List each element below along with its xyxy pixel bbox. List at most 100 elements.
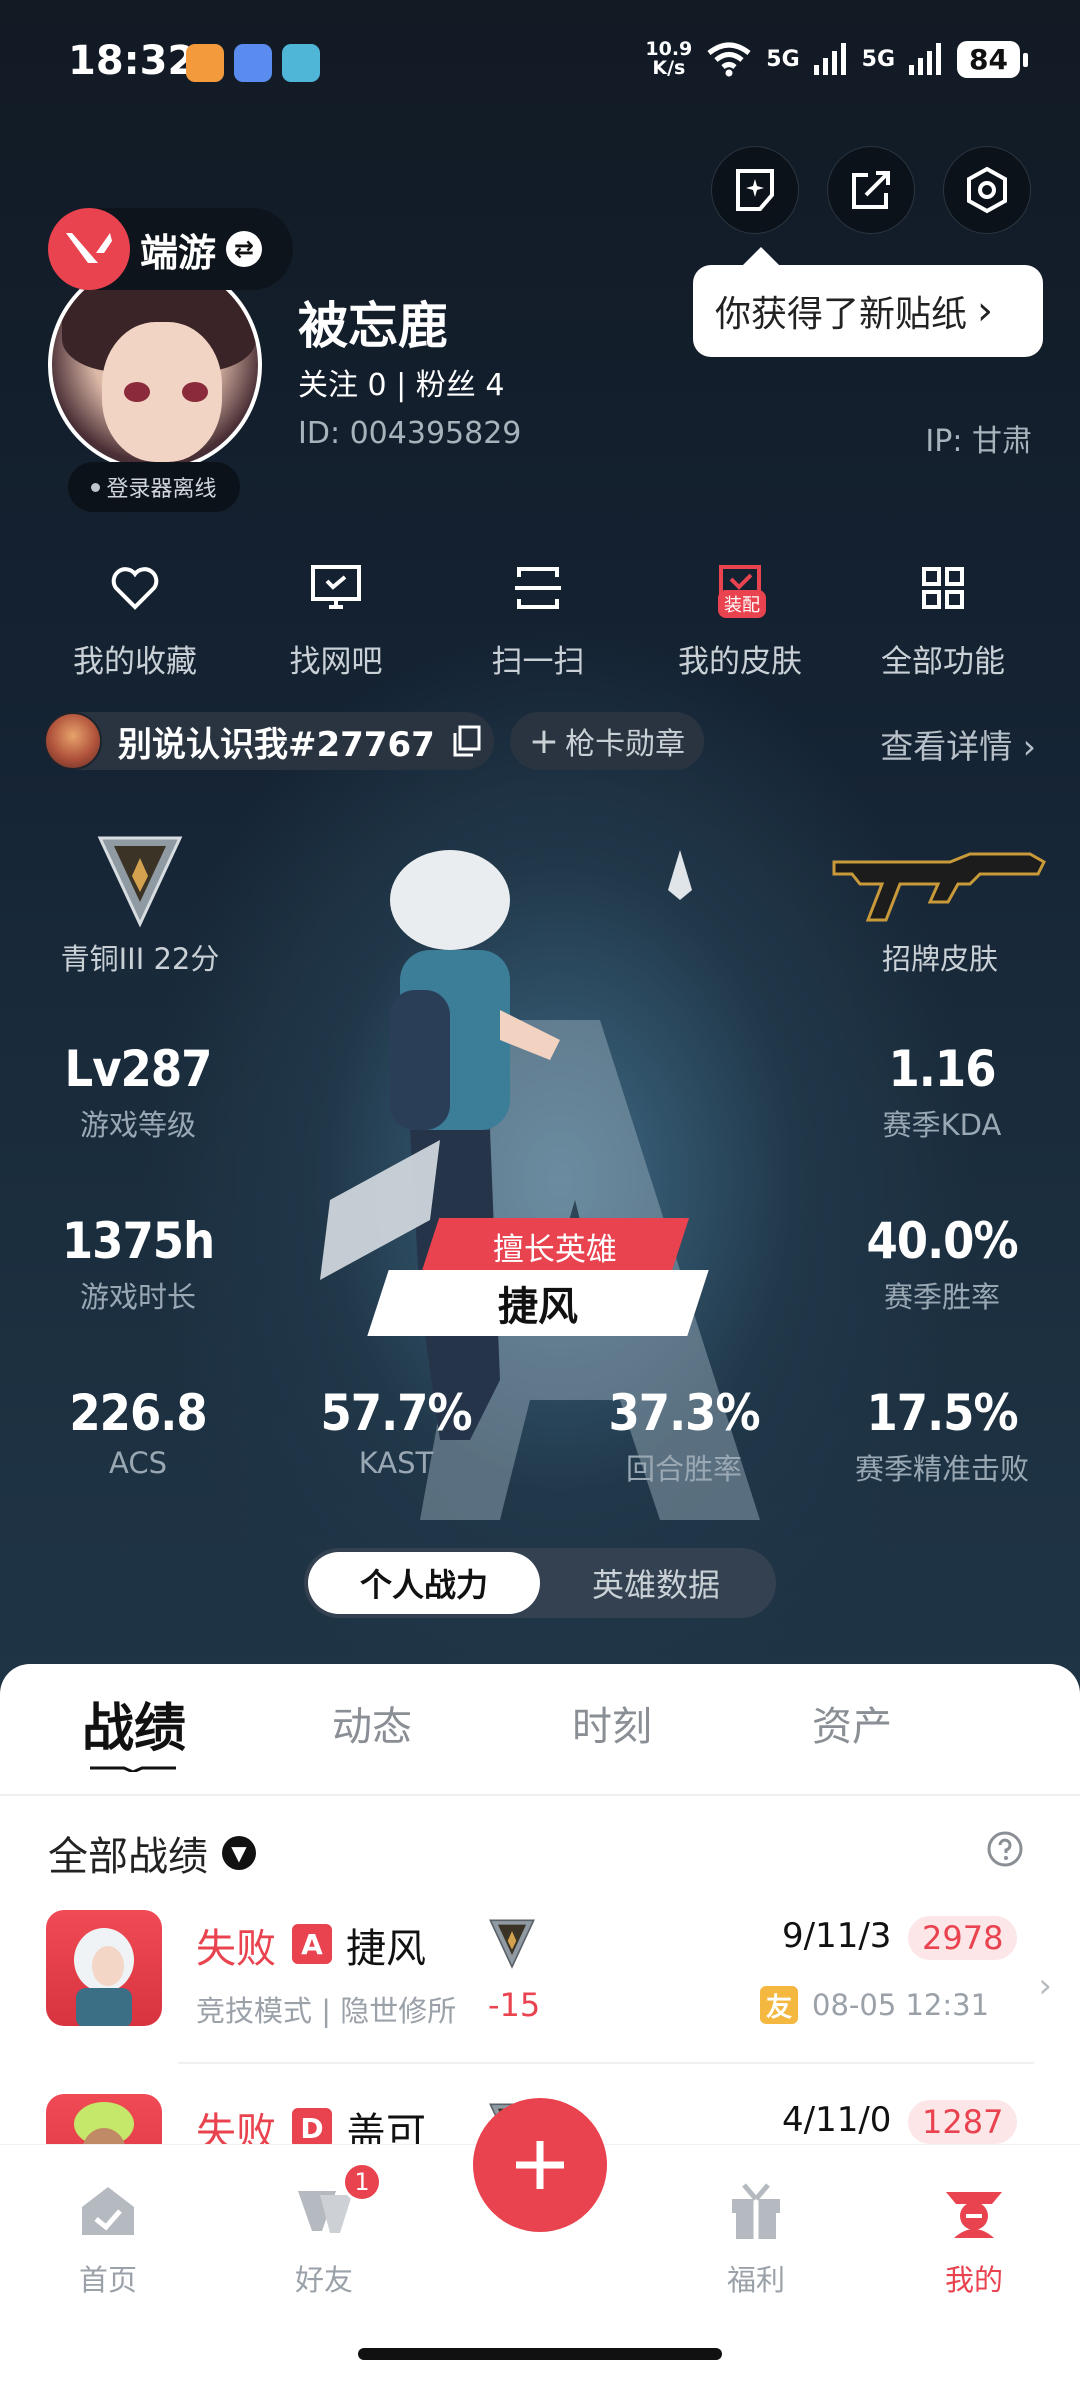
nav-welfare[interactable]: 福利 [686, 2179, 826, 2299]
status-indicators: 10.9 K/s 5G 5G 84 [645, 40, 1028, 78]
signal-2-label: 5G [861, 46, 896, 72]
active-tab-indicator [90, 1766, 176, 1772]
tab-match-history[interactable]: 战绩 [82, 1686, 186, 1761]
player-card-avatar [44, 712, 102, 770]
stat-label: 赛季精准击败 [854, 1452, 1029, 1486]
match-filter-dropdown[interactable]: 全部战绩 ▼ [48, 1824, 256, 1882]
stat-label: ACS [109, 1446, 167, 1480]
player-tag-name: 别说认识我#27767 [118, 724, 435, 765]
nav-label: 福利 [726, 2263, 785, 2297]
sticker-icon [736, 169, 774, 211]
scan-icon [448, 560, 628, 616]
toggle-personal-power[interactable]: 个人战力 [308, 1552, 540, 1614]
stat-label: 回合胜率 [625, 1452, 742, 1486]
match-grade-badge: D [292, 2108, 332, 2148]
shortcut-my-skins[interactable]: 装配 我的皮肤 [650, 560, 830, 681]
shortcut-label: 我的收藏 [73, 644, 197, 680]
valorant-logo-icon [48, 208, 130, 290]
user-avatar[interactable] [48, 258, 262, 472]
shortcut-favorites[interactable]: 我的收藏 [45, 560, 225, 681]
stat-kda: 1.16 赛季KDA [812, 1040, 1072, 1144]
match-filter-label: 全部战绩 [48, 1834, 208, 1880]
shortcut-find-netcafe[interactable]: 找网吧 [246, 560, 426, 681]
message-notification-icon [234, 44, 272, 82]
view-details-link[interactable]: 查看详情 › [880, 720, 1036, 768]
sticker-button[interactable] [711, 146, 799, 234]
launcher-status: 登录器离线 [68, 462, 240, 512]
shortcut-label: 全部功能 [881, 644, 1005, 680]
share-button[interactable] [827, 146, 915, 234]
plus-icon: + [528, 720, 560, 762]
monitor-icon [246, 560, 426, 616]
user-id: ID: 004395829 [298, 416, 522, 451]
match-agent: 捷风 [346, 1926, 426, 1972]
card-badge-label: 枪卡勋章 [565, 727, 686, 762]
stat-label: 游戏等级 [79, 1108, 196, 1142]
game-switcher[interactable]: 端游 ⇄ [48, 208, 293, 290]
rank-label: 青铜III 22分 [60, 942, 220, 976]
match-kda: 9/11/3 [782, 1916, 892, 1956]
rank-bronze-icon [97, 836, 183, 928]
match-row[interactable]: 失败 A 捷风 竞技模式 | 隐世修所 -15 9/11/3 2978 友 08… [0, 1910, 1080, 2080]
ip-location: IP: 甘肃 [925, 424, 1032, 459]
network-speed: 10.9 K/s [645, 40, 692, 78]
avatar-eye [124, 382, 150, 402]
stats-view-toggle: 个人战力 英雄数据 [304, 1548, 776, 1618]
battery-indicator: 84 [957, 40, 1028, 78]
toggle-agent-data[interactable]: 英雄数据 [540, 1552, 772, 1614]
friend-badge: 友 [760, 1986, 798, 2024]
view-details-label: 查看详情 [880, 727, 1013, 766]
launcher-status-text: 登录器离线 [106, 477, 217, 502]
tooltip-text: 你获得了新贴纸 [715, 294, 968, 335]
signal-1-icon [813, 43, 846, 75]
settings-button[interactable] [943, 146, 1031, 234]
reader-notification-icon [282, 44, 320, 82]
player-tag[interactable]: 别说认识我#27767 [44, 712, 494, 770]
chevron-down-icon: ▼ [222, 1836, 256, 1870]
network-speed-unit: K/s [652, 57, 686, 79]
plus-icon [516, 2141, 564, 2189]
skin-badge: 装配 [718, 590, 766, 618]
heart-icon [45, 560, 225, 616]
username: 被忘鹿 [298, 297, 448, 355]
tab-moments[interactable]: 时刻 [572, 1694, 652, 1752]
help-icon[interactable] [986, 1830, 1024, 1868]
share-icon [852, 171, 890, 209]
featured-skin-label: 招牌皮肤 [881, 942, 998, 976]
shortcut-all-features[interactable]: 全部功能 [853, 560, 1033, 681]
create-post-button[interactable] [473, 2098, 607, 2232]
stat-value: 40.0% [866, 1212, 1018, 1270]
stat-value: 1.16 [888, 1040, 997, 1098]
tab-assets[interactable]: 资产 [812, 1694, 892, 1752]
stat-kast: 57.7% KAST [266, 1384, 526, 1480]
nav-me[interactable]: 我的 [904, 2179, 1044, 2299]
nav-home[interactable]: 首页 [38, 2179, 178, 2299]
grid-icon [853, 560, 1033, 616]
main-agent-caption-text: 擅长英雄 [493, 1231, 617, 1268]
chevron-right-icon: › [1022, 727, 1036, 766]
signal-2-icon [909, 43, 942, 75]
stat-value: 17.5% [866, 1384, 1018, 1442]
new-sticker-tooltip[interactable]: 你获得了新贴纸 › [693, 247, 1043, 357]
rank-bronze-icon [489, 1919, 535, 1969]
main-agent-name-text: 捷风 [498, 1284, 578, 1330]
card-badge-button[interactable]: + 枪卡勋章 [510, 712, 704, 770]
tab-feed[interactable]: 动态 [332, 1694, 412, 1752]
home-indicator-bar [358, 2348, 722, 2360]
stat-label: KAST [358, 1446, 434, 1480]
copy-icon[interactable] [451, 725, 481, 757]
chevron-right-icon: › [1038, 1966, 1052, 2006]
stat-value: 57.7% [320, 1384, 472, 1442]
nav-label: 好友 [294, 2263, 353, 2297]
stat-winrate: 40.0% 赛季胜率 [812, 1212, 1072, 1316]
skin-icon: 装配 [650, 560, 830, 618]
signal-1-label: 5G [766, 46, 800, 72]
home-icon [38, 2179, 178, 2243]
match-kda: 4/11/0 [782, 2100, 892, 2140]
game-name: 端游 [140, 230, 217, 275]
follow-counts[interactable]: 关注 0 | 粉丝 4 [298, 360, 504, 404]
gift-icon [686, 2179, 826, 2243]
match-score: 1287 [908, 2100, 1018, 2144]
shortcut-scan[interactable]: 扫一扫 [448, 560, 628, 681]
main-agent-caption: 擅长英雄 [420, 1218, 690, 1274]
